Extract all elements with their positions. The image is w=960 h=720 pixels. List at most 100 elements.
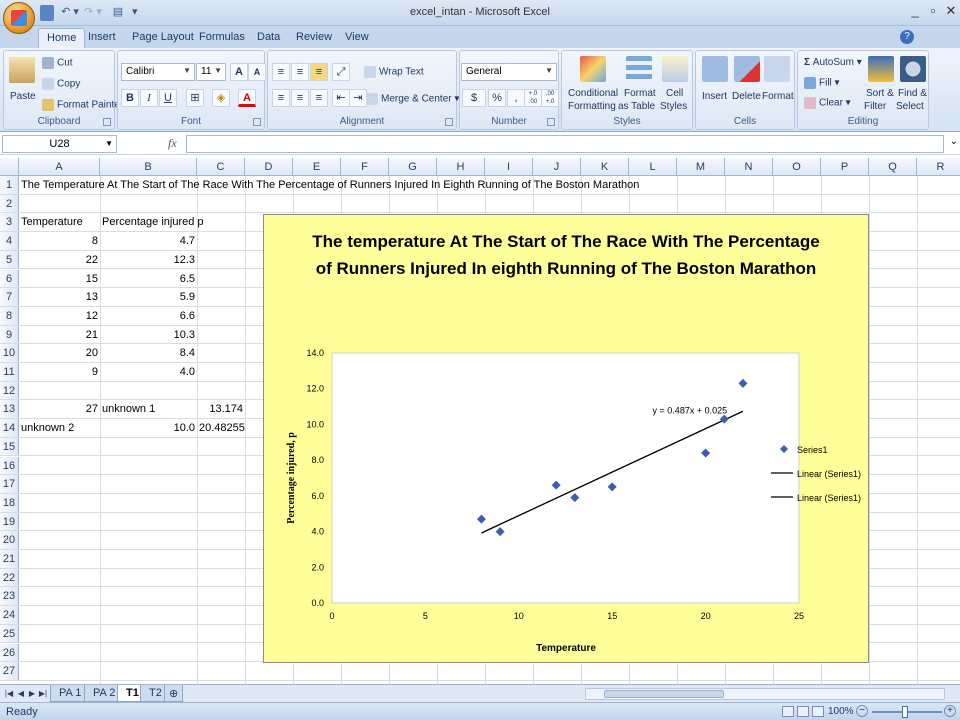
row-header[interactable]: 25 <box>0 624 19 643</box>
cell-temperature[interactable]: 15 <box>19 270 100 288</box>
paste-icon[interactable] <box>9 57 35 83</box>
cell-a1[interactable]: The Temperature At The Start of The Race… <box>19 176 719 194</box>
cell-temperature[interactable]: 9 <box>19 363 100 381</box>
row-header[interactable]: 6 <box>0 269 19 288</box>
row-header[interactable]: 22 <box>0 568 19 587</box>
insert-cells-icon[interactable] <box>702 56 728 82</box>
restore-button[interactable]: ▫ <box>924 3 942 21</box>
align-right-icon[interactable]: ≡ <box>310 89 328 107</box>
tab-insert[interactable]: Insert <box>80 28 124 48</box>
cell-percentage[interactable]: 6.5 <box>100 270 197 288</box>
tab-view[interactable]: View <box>337 28 377 48</box>
row-header[interactable]: 14 <box>0 419 19 437</box>
prev-sheet-icon[interactable]: ◀ <box>16 687 26 700</box>
row-header[interactable]: 8 <box>0 306 19 325</box>
column-header-r[interactable]: R <box>917 158 960 176</box>
column-header-i[interactable]: I <box>485 158 533 176</box>
cell-percentage[interactable]: 6.6 <box>100 307 197 325</box>
row-header[interactable]: 18 <box>0 493 19 512</box>
grow-font-button[interactable]: A <box>230 63 248 81</box>
zoom-out-button[interactable]: − <box>856 705 868 717</box>
currency-button[interactable]: $ <box>462 89 486 107</box>
number-format-select[interactable]: General ▼ <box>461 63 557 81</box>
row-header[interactable]: 26 <box>0 643 19 662</box>
cell-percentage[interactable]: 4.7 <box>100 232 197 250</box>
decrease-decimal-button[interactable]: .00 +.0 <box>541 89 559 107</box>
align-center-icon[interactable]: ≡ <box>291 89 309 107</box>
row-header[interactable]: 11 <box>0 363 19 381</box>
next-sheet-icon[interactable]: ▶ <box>27 687 37 700</box>
close-button[interactable]: ✕ <box>942 3 960 21</box>
font-name-select[interactable]: Calibri ▼ <box>121 63 195 81</box>
row-header[interactable]: 9 <box>0 325 19 344</box>
row-header[interactable]: 2 <box>0 194 19 213</box>
column-header-b[interactable]: B <box>100 158 197 176</box>
conditional-formatting-button-2[interactable]: Formatting <box>568 101 616 112</box>
align-top-icon[interactable]: ≡ <box>272 63 290 81</box>
cell-temperature[interactable]: 12 <box>19 307 100 325</box>
font-launcher-icon[interactable] <box>253 118 261 126</box>
conditional-formatting-button[interactable]: Conditional <box>568 88 618 99</box>
row-header[interactable]: 24 <box>0 606 19 624</box>
column-header-h[interactable]: H <box>437 158 485 176</box>
formula-input[interactable] <box>186 135 944 153</box>
cell-temperature[interactable]: 8 <box>19 232 100 250</box>
row-header[interactable]: 12 <box>0 381 19 400</box>
column-header-d[interactable]: D <box>245 158 293 176</box>
cell-styles-icon[interactable] <box>662 56 688 82</box>
align-bottom-icon[interactable]: ≡ <box>310 63 328 81</box>
font-color-icon[interactable]: A <box>238 89 256 107</box>
binoculars-icon[interactable] <box>900 56 926 82</box>
paste-button[interactable]: Paste <box>10 91 36 102</box>
sort-filter-button-2[interactable]: Filter <box>864 101 886 112</box>
zoom-slider-thumb[interactable] <box>902 706 908 718</box>
cell-percentage[interactable]: 10.3 <box>100 326 197 344</box>
row-header[interactable]: 1 <box>0 176 19 194</box>
merge-center-button[interactable]: Merge & Center ▾ <box>366 93 459 105</box>
comma-button[interactable]: , <box>507 89 525 107</box>
row-header[interactable]: 27 <box>0 662 19 680</box>
column-header-o[interactable]: O <box>773 158 821 176</box>
tab-home[interactable]: Home <box>38 28 86 48</box>
format-as-table-button[interactable]: Format <box>624 88 656 99</box>
cell-styles-button-2[interactable]: Styles <box>660 101 687 112</box>
cell-c13[interactable]: 13.174 <box>197 400 245 418</box>
column-header-m[interactable]: M <box>677 158 725 176</box>
underline-button[interactable]: U <box>159 89 177 107</box>
column-header-e[interactable]: E <box>293 158 341 176</box>
percent-button[interactable]: % <box>488 89 506 107</box>
format-as-table-icon[interactable] <box>626 56 652 82</box>
increase-indent-icon[interactable]: ⇥ <box>349 89 367 107</box>
row-header[interactable]: 3 <box>0 213 19 232</box>
clipboard-launcher-icon[interactable] <box>103 118 111 126</box>
sort-filter-icon[interactable] <box>868 56 894 82</box>
column-header-p[interactable]: P <box>821 158 869 176</box>
row-header[interactable]: 16 <box>0 456 19 475</box>
cell-percentage[interactable]: 12.3 <box>100 251 197 269</box>
select-all-corner[interactable] <box>0 158 19 176</box>
insert-sheet-icon[interactable]: ⊕ <box>164 685 184 702</box>
cell-b3[interactable]: Percentage injured p <box>100 213 204 231</box>
bold-button[interactable]: B <box>121 89 139 107</box>
cell-b14[interactable]: 10.0 <box>100 419 197 437</box>
orientation-icon[interactable]: ⤢ <box>332 63 350 81</box>
cell-c14[interactable]: 20.48255 <box>197 419 245 437</box>
sort-filter-button[interactable]: Sort & <box>866 88 894 99</box>
cell-temperature[interactable]: 20 <box>19 344 100 362</box>
format-painter-button[interactable]: Format Painter <box>42 99 123 111</box>
format-cells-button[interactable]: Format <box>762 91 794 102</box>
zoom-level[interactable]: 100% <box>828 706 854 717</box>
cell-percentage[interactable]: 4.0 <box>100 363 197 381</box>
horizontal-scrollbar[interactable] <box>585 688 945 700</box>
delete-cells-icon[interactable] <box>734 56 760 82</box>
find-select-button[interactable]: Find & <box>898 88 927 99</box>
cell-a14[interactable]: unknown 2 <box>19 419 100 437</box>
font-size-select[interactable]: 11 ▼ <box>196 63 226 81</box>
first-sheet-icon[interactable]: |◀ <box>4 687 14 700</box>
delete-cells-button[interactable]: Delete <box>732 91 761 102</box>
column-header-a[interactable]: A <box>19 158 100 176</box>
zoom-in-button[interactable]: + <box>944 705 956 717</box>
number-launcher-icon[interactable] <box>547 118 555 126</box>
clear-button[interactable]: Clear ▾ <box>804 97 851 109</box>
cell-b13[interactable]: unknown 1 <box>100 400 197 418</box>
